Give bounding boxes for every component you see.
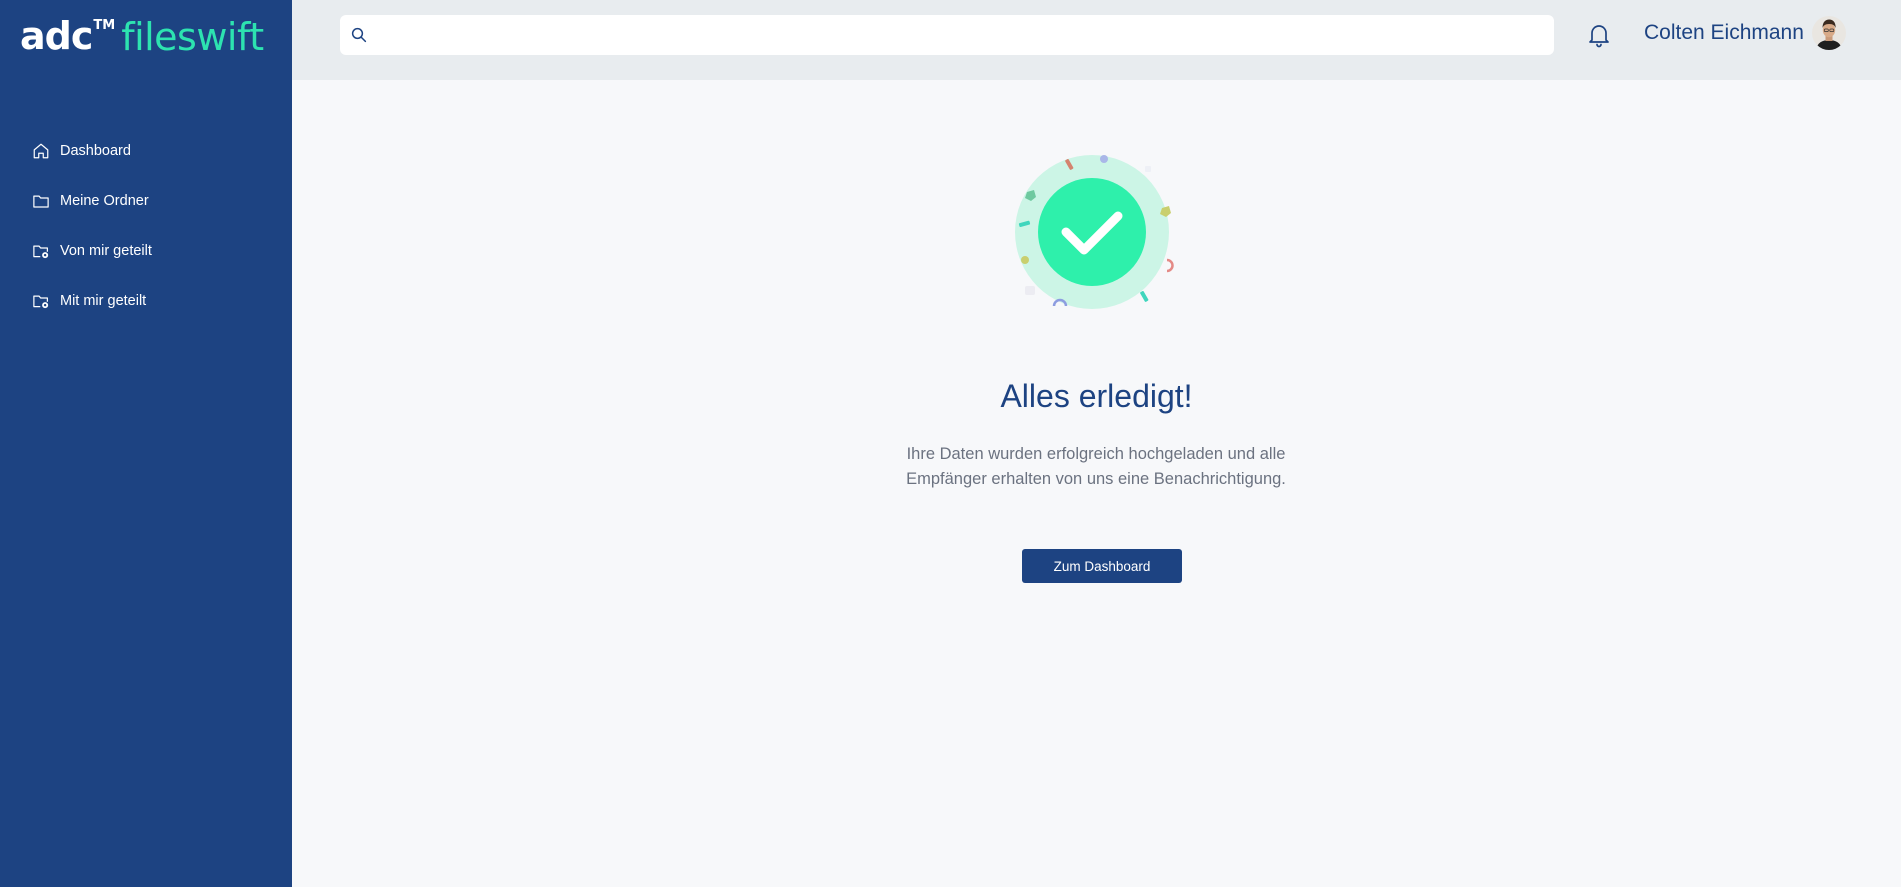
folder-icon	[33, 195, 49, 208]
notification-bell-icon[interactable]	[1587, 22, 1611, 48]
search-input[interactable]	[376, 15, 1554, 55]
sidebar-nav: Dashboard Meine Ordner Von mir geteilt M…	[0, 126, 292, 326]
topbar: Colten Eichmann	[292, 0, 1901, 80]
sidebar-item-dashboard[interactable]: Dashboard	[0, 126, 292, 176]
sidebar-item-meine-ordner[interactable]: Meine Ordner	[0, 176, 292, 226]
search-bar[interactable]	[340, 15, 1554, 55]
sidebar-item-label: Mit mir geteilt	[60, 293, 147, 309]
home-icon	[33, 143, 49, 159]
sidebar-item-label: Dashboard	[60, 143, 131, 159]
logo-adc: adc	[20, 14, 93, 58]
success-description: Ihre Daten wurden erfolgreich hochgelade…	[906, 445, 1286, 488]
sidebar-item-label: Von mir geteilt	[60, 243, 152, 259]
sidebar-item-von-mir-geteilt[interactable]: Von mir geteilt	[0, 226, 292, 276]
folder-share-icon	[33, 245, 49, 259]
logo[interactable]: adc TM fileswift	[20, 14, 264, 64]
sidebar: adc TM fileswift Dashboard Meine Ordner …	[0, 0, 292, 887]
user-name: Colten Eichmann	[1644, 21, 1804, 44]
folder-share-icon	[33, 295, 49, 309]
to-dashboard-button[interactable]: Zum Dashboard	[1022, 549, 1182, 583]
search-icon	[351, 27, 367, 43]
main-content: Alles erledigt! Ihre Daten wurden erfolg…	[292, 80, 1901, 887]
logo-trademark: TM	[93, 18, 116, 33]
avatar[interactable]	[1811, 16, 1846, 50]
sidebar-item-label: Meine Ordner	[60, 193, 149, 209]
page-title: Alles erledigt!	[1000, 378, 1193, 414]
logo-product-name: fileswift	[121, 15, 264, 59]
user-menu[interactable]: Colten Eichmann	[1644, 16, 1846, 50]
success-check-illustration	[1015, 155, 1174, 309]
sidebar-item-mit-mir-geteilt[interactable]: Mit mir geteilt	[0, 276, 292, 326]
